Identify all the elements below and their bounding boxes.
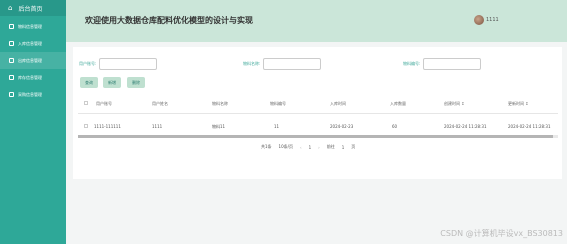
sidebar-item-label: 采购信息管理 <box>18 91 42 97</box>
top-header: 欢迎使用大数据仓库配料优化模型的设计与实现 1111 <box>66 0 567 42</box>
sidebar-home-label: 后台首页 <box>18 5 43 13</box>
filter-material-name: 物料名称: <box>243 58 322 70</box>
next-page-button[interactable]: › <box>318 145 320 150</box>
sidebar-item-material[interactable]: 物料信息管理 <box>0 18 66 35</box>
sidebar: ⌂ 后台首页 物料信息管理 入库信息管理 出库信息管理 库存信息管理 采购信息管… <box>0 0 66 244</box>
sidebar-item-label: 库存信息管理 <box>18 74 42 80</box>
material-name-input[interactable] <box>263 58 322 70</box>
home-icon: ⌂ <box>8 4 13 12</box>
filter-label: 物料名称: <box>243 61 261 66</box>
list-panel: 用户账号: 物料名称: 物料编号: 查询 新增 删除 用户账号 用户姓名 物料名… <box>73 47 562 179</box>
page-title: 欢迎使用大数据仓库配料优化模型的设计与实现 <box>85 16 253 25</box>
goto-page-input[interactable]: 1 <box>342 145 345 150</box>
column-header[interactable]: 入库数量 <box>390 101 406 107</box>
sidebar-item-label: 入库信息管理 <box>18 40 42 46</box>
delete-button[interactable]: 删除 <box>127 77 145 88</box>
table-cell: 11 <box>274 124 280 129</box>
table-cell: 1111 <box>152 124 163 129</box>
sidebar-item-inbound[interactable]: 入库信息管理 <box>0 35 66 52</box>
search-button[interactable]: 查询 <box>80 77 98 88</box>
page-size-select[interactable]: 10条/页 <box>279 144 293 150</box>
column-header[interactable]: 物料编号 <box>270 101 286 107</box>
user-menu[interactable]: 1111 <box>474 15 499 25</box>
select-all-checkbox[interactable] <box>84 101 88 105</box>
table-row[interactable]: 1111-111111 1111 物料11 11 2024-02-23 60 2… <box>78 118 558 136</box>
column-header[interactable]: 物料名称 <box>212 101 228 107</box>
table-cell: 1111-111111 <box>94 124 121 129</box>
page-suffix: 页 <box>351 144 356 149</box>
column-header[interactable]: 更新时间 ↕ <box>508 101 529 107</box>
table-cell: 2024-02-24 11:28:31 <box>508 124 551 129</box>
filter-user-account: 用户账号: <box>79 58 158 70</box>
column-header[interactable]: 用户姓名 <box>152 101 168 107</box>
table-scrollbar[interactable] <box>78 135 558 138</box>
current-page[interactable]: 1 <box>309 145 312 150</box>
prev-page-button[interactable]: ‹ <box>300 145 302 150</box>
table-cell: 物料11 <box>212 124 226 129</box>
avatar <box>474 15 484 25</box>
main-content: 用户账号: 物料名称: 物料编号: 查询 新增 删除 用户账号 用户姓名 物料名… <box>66 42 567 244</box>
sidebar-item-label: 出库信息管理 <box>18 57 42 63</box>
folder-icon <box>9 58 14 63</box>
table-cell: 60 <box>392 124 398 129</box>
column-header[interactable]: 创建时间 ↕ <box>444 101 465 107</box>
folder-icon <box>9 24 14 29</box>
username: 1111 <box>486 17 499 23</box>
column-header[interactable]: 入库时间 <box>330 101 346 107</box>
sidebar-item-outbound[interactable]: 出库信息管理 <box>0 52 66 69</box>
pagination-total: 共1条 <box>261 144 272 149</box>
user-account-input[interactable] <box>99 58 158 70</box>
material-code-input[interactable] <box>423 58 482 70</box>
table-header-row: 用户账号 用户姓名 物料名称 物料编号 入库时间 入库数量 创建时间 ↕ 更新时… <box>78 95 558 114</box>
column-header[interactable]: 用户账号 <box>96 101 112 107</box>
data-table: 用户账号 用户姓名 物料名称 物料编号 入库时间 入库数量 创建时间 ↕ 更新时… <box>78 95 558 136</box>
sidebar-item-purchase[interactable]: 采购信息管理 <box>0 86 66 103</box>
filter-label: 用户账号: <box>79 61 97 66</box>
row-checkbox[interactable] <box>84 124 88 128</box>
watermark: CSDN @计算机毕设vx_BS30813 <box>440 229 563 238</box>
folder-icon <box>9 75 14 80</box>
scrollbar-thumb[interactable] <box>78 135 554 138</box>
sidebar-item-label: 物料信息管理 <box>18 23 42 29</box>
sidebar-item-stock[interactable]: 库存信息管理 <box>0 69 66 86</box>
add-button[interactable]: 新增 <box>103 77 121 88</box>
table-cell: 2024-02-23 <box>330 124 354 129</box>
filter-label: 物料编号: <box>403 61 421 66</box>
goto-label: 前往 <box>326 144 335 149</box>
table-cell: 2024-02-24 11:28:31 <box>444 124 487 129</box>
folder-icon <box>9 92 14 97</box>
sidebar-home[interactable]: ⌂ 后台首页 <box>0 0 66 16</box>
filter-material-code: 物料编号: <box>403 58 482 70</box>
pagination: 共1条 10条/页 ‹ 1 › 前往 1 页 <box>261 144 355 150</box>
folder-icon <box>9 41 14 46</box>
